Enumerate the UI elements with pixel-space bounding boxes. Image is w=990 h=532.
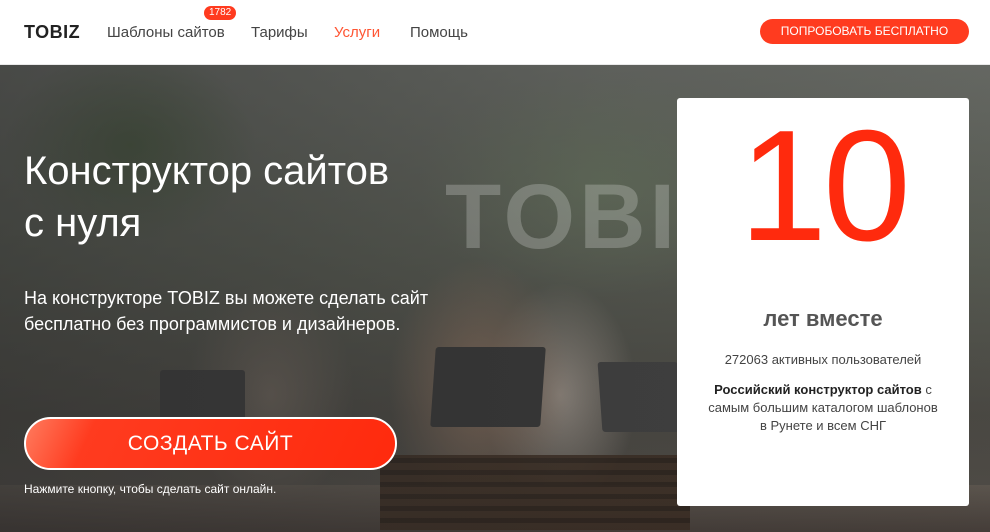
active-users-count: 272063 активных пользователей (724, 352, 922, 367)
try-free-button[interactable]: ПОПРОБОВАТЬ БЕСПЛАТНО (760, 19, 969, 44)
cta-hint: Нажмите кнопку, чтобы сделать сайт онлай… (24, 482, 277, 496)
years-label: лет вместе (763, 306, 883, 331)
logo[interactable]: TOBIZ (24, 22, 80, 43)
card-description-bold: Российский конструктор сайтов (714, 382, 922, 397)
nav-services-link[interactable]: Услуги (334, 24, 380, 41)
hero-title-line: Конструктор сайтов (24, 149, 390, 193)
card-description: Российский конструктор сайтов с самым бо… (707, 381, 939, 435)
hero-subtitle-line: бесплатно без программистов и дизайнеров… (24, 314, 401, 334)
nav-tariffs-link[interactable]: Тарифы (251, 24, 308, 41)
stats-card: 10 лет вместе 272063 активных пользовате… (677, 98, 969, 506)
hero-section: TOBIZ Конструктор сайтов с нуля На конст… (0, 65, 990, 532)
hero-title: Конструктор сайтов с нуля (24, 145, 464, 249)
nav-templates-link[interactable]: Шаблоны сайтов (107, 24, 225, 41)
create-site-button[interactable]: СОЗДАТЬ САЙТ (24, 417, 397, 470)
site-header: TOBIZ Шаблоны сайтов 1782 Тарифы Услуги … (0, 0, 990, 65)
hero-subtitle-line: На конструкторе TOBIZ вы можете сделать … (24, 288, 429, 308)
hero-subtitle: На конструкторе TOBIZ вы можете сделать … (24, 285, 444, 337)
hero-title-line: с нуля (24, 201, 142, 245)
templates-count-badge: 1782 (204, 6, 237, 20)
nav-help-link[interactable]: Помощь (410, 24, 468, 41)
years-number: 10 (739, 98, 911, 274)
